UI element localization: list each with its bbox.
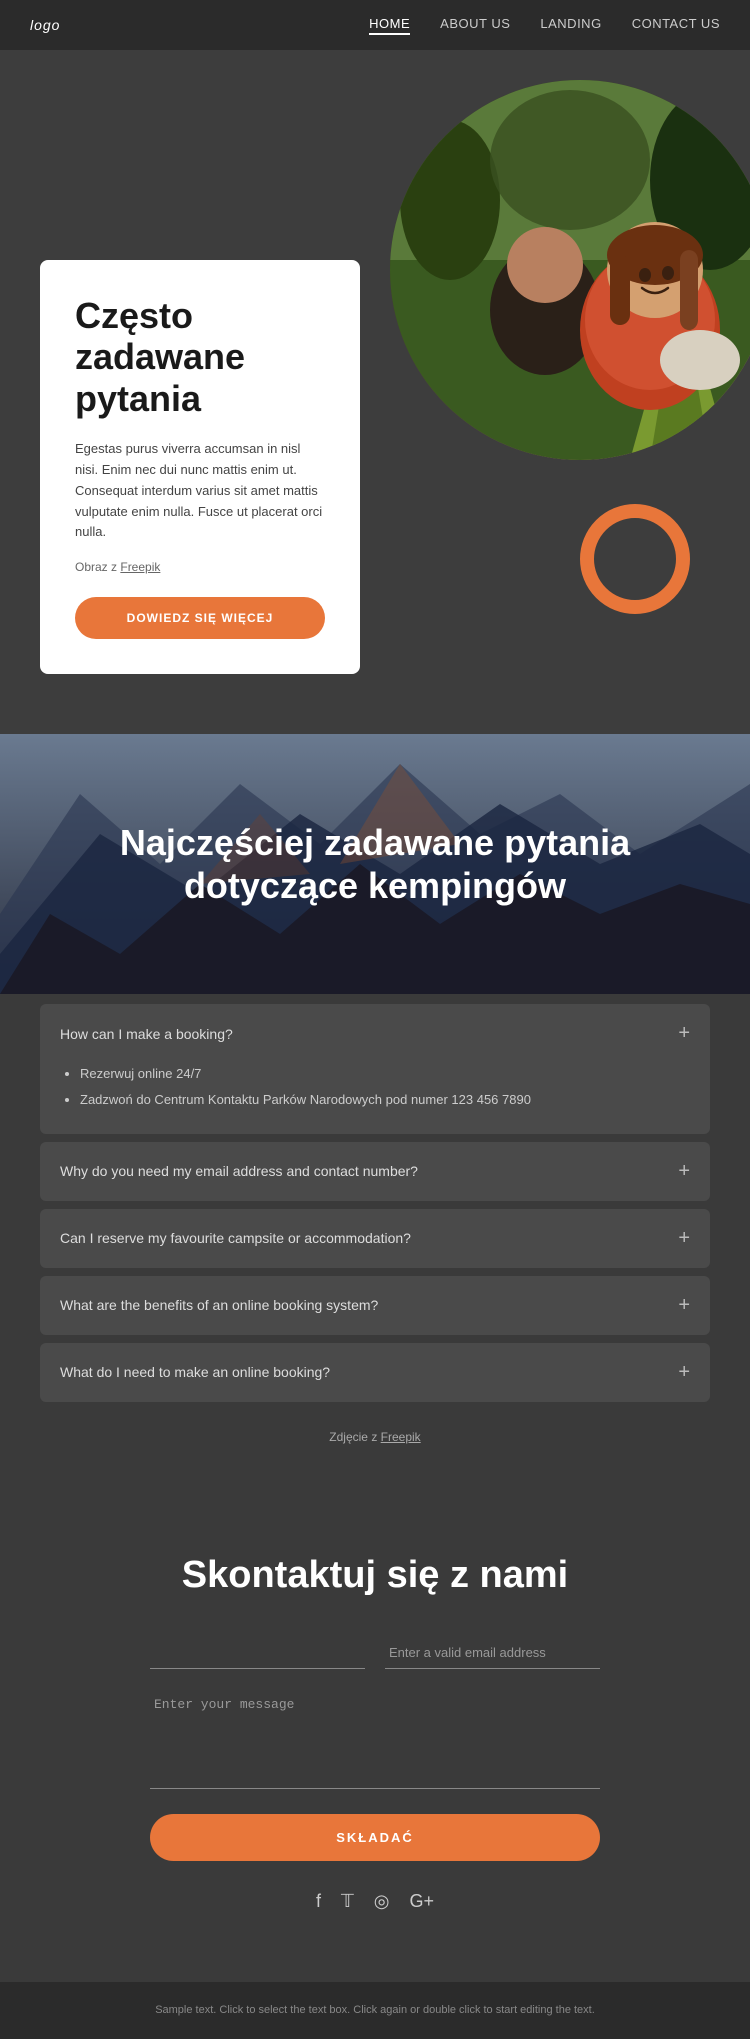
nav-links: HOME ABOUT US LANDING CONTACT US	[369, 16, 720, 35]
form-name-email-row	[150, 1637, 600, 1669]
hero-card: Często zadawane pytania Egestas purus vi…	[40, 260, 360, 674]
logo: logo	[30, 17, 60, 33]
message-textarea[interactable]	[150, 1689, 600, 1789]
freepik-link[interactable]: Freepik	[120, 560, 160, 574]
plus-icon-1: +	[678, 1022, 690, 1045]
faq-question-5: What do I need to make an online booking…	[60, 1364, 330, 1380]
hero-image-credit: Obraz z Freepik	[75, 558, 325, 577]
plus-icon-5: +	[678, 1361, 690, 1384]
faq-header-3[interactable]: Can I reserve my favourite campsite or a…	[40, 1209, 710, 1268]
submit-button[interactable]: SKŁADAĆ	[150, 1814, 600, 1861]
google-plus-icon[interactable]: G+	[409, 1891, 434, 1912]
instagram-icon[interactable]: ◎	[374, 1891, 390, 1912]
hero-image	[390, 80, 750, 460]
email-input[interactable]	[385, 1637, 600, 1669]
faq-item-4: What are the benefits of an online booki…	[40, 1276, 710, 1335]
name-input[interactable]	[150, 1637, 365, 1669]
navigation: logo HOME ABOUT US LANDING CONTACT US	[0, 0, 750, 50]
facebook-icon[interactable]: f	[316, 1891, 321, 1912]
photo-credit-link[interactable]: Freepik	[381, 1430, 421, 1444]
hero-description: Egestas purus viverra accumsan in nisl n…	[75, 439, 325, 543]
nav-link-about[interactable]: ABOUT US	[440, 16, 510, 35]
contact-section: Skontaktuj się z nami SKŁADAĆ f 𝕋 ◎ G+	[0, 1494, 750, 1982]
plus-icon-4: +	[678, 1294, 690, 1317]
footer-text: Sample text. Click to select the text bo…	[40, 2002, 710, 2020]
nav-link-contact[interactable]: CONTACT US	[632, 16, 720, 35]
hero-title: Często zadawane pytania	[75, 295, 325, 419]
social-icons: f 𝕋 ◎ G+	[150, 1891, 600, 1912]
faq-header-1[interactable]: How can I make a booking? +	[40, 1004, 710, 1063]
faq-question-4: What are the benefits of an online booki…	[60, 1297, 378, 1313]
photo-credit: Zdjęcie z Freepik	[40, 1410, 710, 1454]
learn-more-button[interactable]: DOWIEDZ SIĘ WIĘCEJ	[75, 597, 325, 639]
nav-link-home[interactable]: HOME	[369, 16, 410, 35]
plus-icon-3: +	[678, 1227, 690, 1250]
faq-question-2: Why do you need my email address and con…	[60, 1163, 418, 1179]
faq-mountain-section: Najczęściej zadawane pytania dotyczące k…	[0, 734, 750, 994]
faq-answer-item-1-1: Rezerwuj online 24/7	[80, 1063, 690, 1085]
faq-item-2: Why do you need my email address and con…	[40, 1142, 710, 1201]
faq-item-5: What do I need to make an online booking…	[40, 1343, 710, 1402]
faq-item-3: Can I reserve my favourite campsite or a…	[40, 1209, 710, 1268]
contact-form: SKŁADAĆ	[150, 1637, 600, 1891]
faq-question-1: How can I make a booking?	[60, 1026, 233, 1042]
decorative-orange-circle	[580, 504, 690, 614]
faq-accordion-section: How can I make a booking? + Rezerwuj onl…	[0, 994, 750, 1493]
faq-header-5[interactable]: What do I need to make an online booking…	[40, 1343, 710, 1402]
faq-content-1: Rezerwuj online 24/7 Zadzwoń do Centrum …	[40, 1063, 710, 1133]
nav-link-landing[interactable]: LANDING	[540, 16, 601, 35]
faq-mountain-title: Najczęściej zadawane pytania dotyczące k…	[0, 771, 750, 957]
contact-title: Skontaktuj się z nami	[150, 1554, 600, 1597]
twitter-icon[interactable]: 𝕋	[341, 1891, 354, 1912]
faq-header-2[interactable]: Why do you need my email address and con…	[40, 1142, 710, 1201]
plus-icon-2: +	[678, 1160, 690, 1183]
footer: Sample text. Click to select the text bo…	[0, 1982, 750, 2039]
faq-question-3: Can I reserve my favourite campsite or a…	[60, 1230, 411, 1246]
faq-header-4[interactable]: What are the benefits of an online booki…	[40, 1276, 710, 1335]
faq-answer-item-1-2: Zadzwoń do Centrum Kontaktu Parków Narod…	[80, 1089, 690, 1111]
faq-item-1: How can I make a booking? + Rezerwuj onl…	[40, 1004, 710, 1133]
hero-section: Często zadawane pytania Egestas purus vi…	[0, 50, 750, 734]
